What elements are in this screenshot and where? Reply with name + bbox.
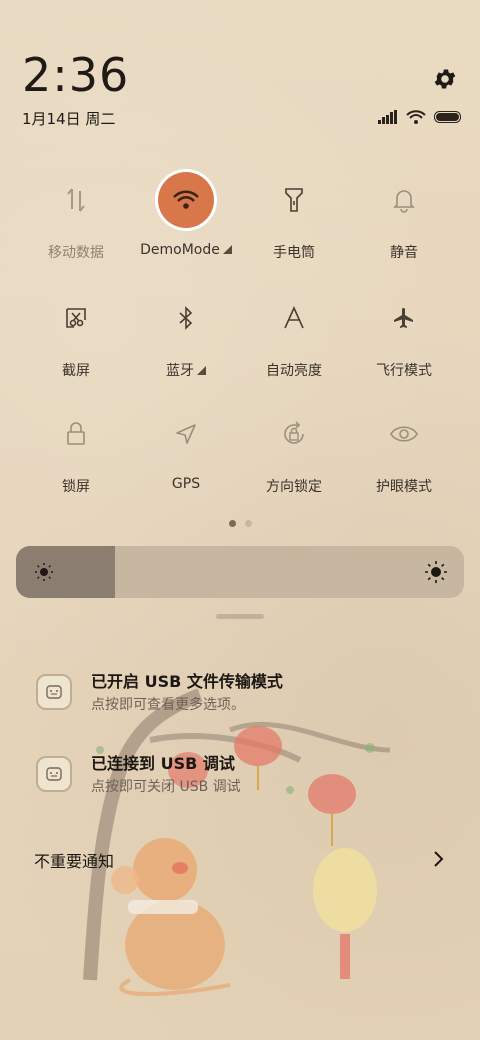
gps-icon [158, 406, 214, 462]
tile-gps[interactable]: GPS [126, 406, 246, 506]
brightness-slider-fill [16, 546, 115, 598]
panel-drag-handle[interactable] [216, 614, 264, 619]
tile-label: 护眼模式 [376, 479, 432, 495]
status-icons [378, 110, 462, 124]
tile-flashlight[interactable]: 手电筒 [234, 172, 354, 272]
bluetooth-icon [158, 290, 214, 346]
tile-silent[interactable]: 静音 [344, 172, 464, 272]
screenshot-icon [48, 290, 104, 346]
clock-time[interactable]: 2:36 [22, 48, 129, 102]
notification-title: 已连接到 USB 调试 [91, 754, 235, 773]
tile-eye-protection[interactable]: 护眼模式 [344, 406, 464, 506]
unimportant-notifications-link[interactable]: 不重要通知 [34, 848, 114, 872]
page-indicator [0, 520, 480, 527]
battery-icon [434, 111, 461, 123]
wifi-status-icon [406, 110, 426, 124]
notification-title: 已开启 USB 文件传输模式 [91, 672, 283, 691]
tile-label: 手电筒 [273, 245, 315, 261]
tile-label: 锁屏 [62, 479, 90, 495]
rotation-lock-icon [266, 406, 322, 462]
expand-triangle-icon [222, 245, 232, 254]
date-label[interactable]: 1月14日 周二 [22, 108, 115, 129]
notification-subtitle: 点按即可关闭 USB 调试 [91, 779, 241, 795]
notification-usb-debugging[interactable]: 已连接到 USB 调试 点按即可关闭 USB 调试 [36, 750, 446, 810]
auto-brightness-icon [266, 290, 322, 346]
wifi-icon [158, 172, 214, 228]
airplane-icon [376, 290, 432, 346]
tile-label: 截屏 [62, 363, 90, 379]
tile-label: 自动亮度 [266, 363, 322, 379]
flashlight-icon [266, 172, 322, 228]
notification-subtitle: 点按即可查看更多选项。 [91, 697, 245, 713]
tile-screenshot[interactable]: 截屏 [16, 290, 136, 390]
lock-icon [48, 406, 104, 462]
tile-label: GPS [171, 476, 201, 492]
page-dot-active [228, 520, 236, 527]
brightness-low-icon [35, 563, 53, 581]
tile-bluetooth[interactable]: 蓝牙 [126, 290, 246, 390]
usb-app-icon [36, 674, 72, 710]
page-dot [244, 520, 252, 527]
signal-icon [378, 110, 397, 124]
brightness-high-icon [425, 561, 447, 583]
tile-mobile-data[interactable]: 移动数据 [16, 172, 136, 272]
tile-airplane-mode[interactable]: 飞行模式 [344, 290, 464, 390]
bell-icon [376, 172, 432, 228]
tile-auto-brightness[interactable]: 自动亮度 [234, 290, 354, 390]
brightness-slider[interactable] [16, 546, 464, 598]
tile-rotation-lock[interactable]: 方向锁定 [234, 406, 354, 506]
settings-gear-icon[interactable] [432, 66, 458, 92]
expand-triangle-icon [197, 366, 206, 375]
mobile-data-icon [48, 172, 104, 228]
tile-label: 飞行模式 [376, 363, 432, 379]
tile-label: 蓝牙 [166, 363, 194, 379]
eye-icon [376, 406, 432, 462]
tile-label: DemoMode [140, 242, 220, 258]
notification-usb-transfer[interactable]: 已开启 USB 文件传输模式 点按即可查看更多选项。 [36, 668, 446, 728]
usb-app-icon [36, 756, 72, 792]
tile-label: 移动数据 [48, 245, 104, 261]
chevron-right-icon[interactable] [432, 850, 446, 868]
tile-lock-screen[interactable]: 锁屏 [16, 406, 136, 506]
tile-label: 静音 [390, 245, 418, 261]
tile-wifi[interactable]: DemoMode [126, 172, 246, 272]
tile-label: 方向锁定 [266, 479, 322, 495]
